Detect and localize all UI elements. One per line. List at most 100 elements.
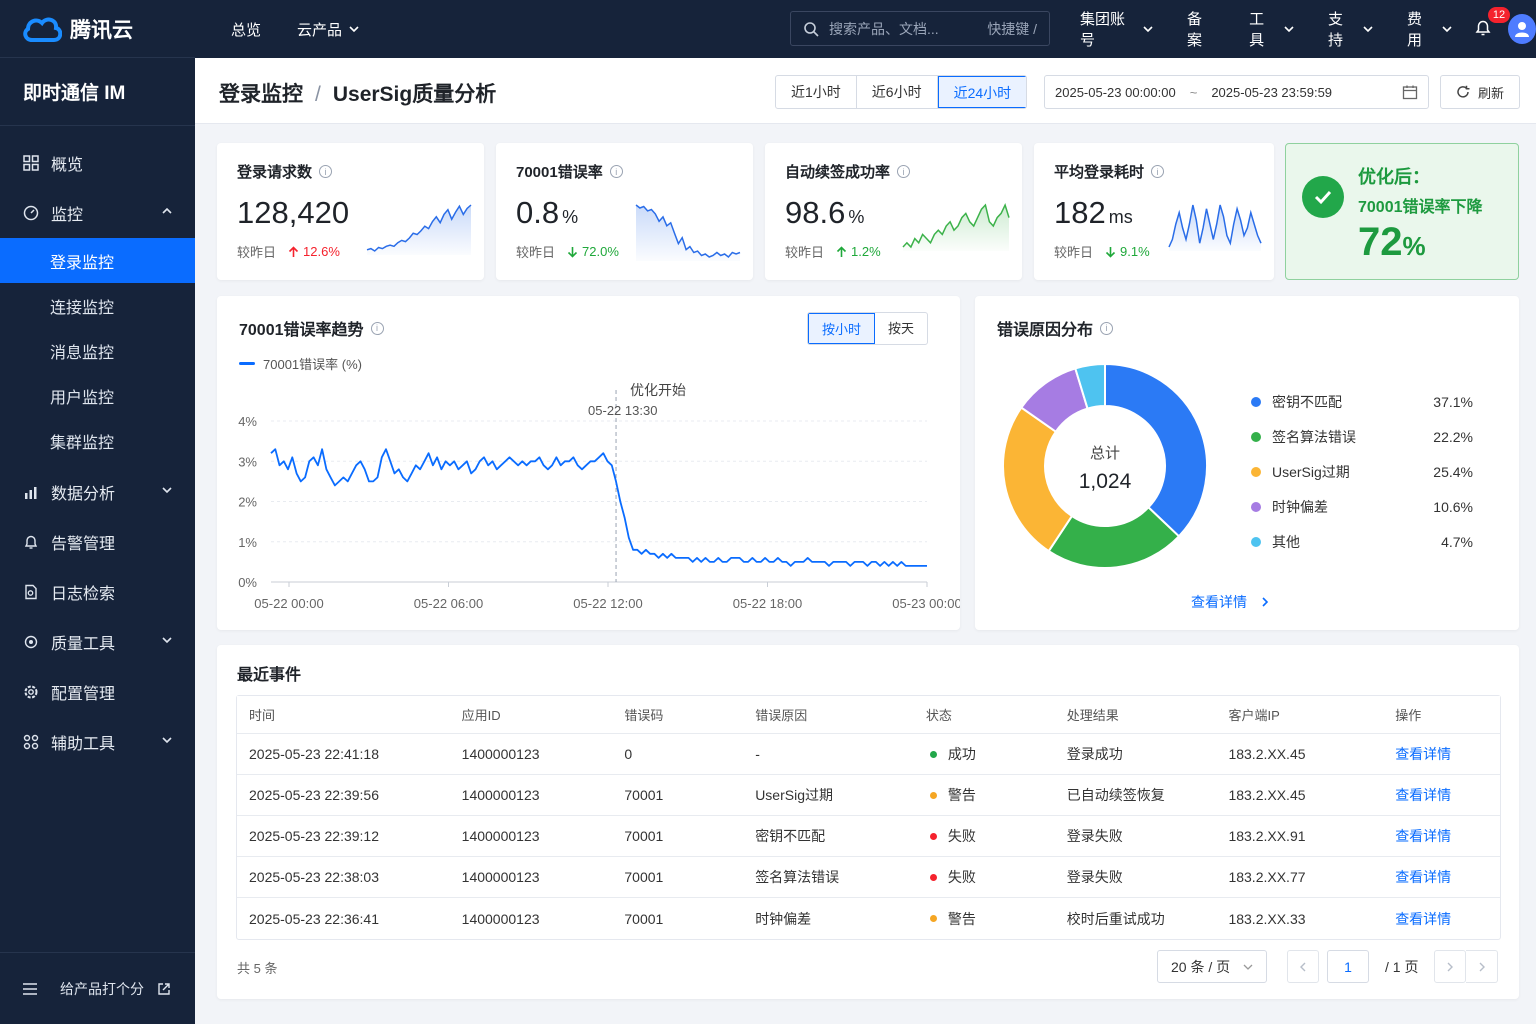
events-table: 时间 应用ID 错误码 错误原因 状态 处理结果 客户端IP 操作 2025-0… (236, 695, 1501, 940)
kpi-card-login-requests: 登录请求数 i 128,420 较昨日 12.6% (217, 143, 484, 280)
error-reason-card: 错误原因分布 i 总计 1,024 密钥不匹配 37.1% 签名算法错误 22.2% U… (975, 296, 1519, 630)
sidebar-item-message-monitor[interactable]: 消息监控 (0, 328, 195, 373)
cell-code: 70001 (624, 910, 664, 927)
sidebar-item-monitor[interactable]: 监控 (0, 188, 195, 238)
sidebar-item-login-monitor[interactable]: 登录监控 (0, 238, 195, 283)
nav-tools[interactable]: 工具 (1249, 8, 1294, 50)
status-dot (929, 832, 937, 840)
view-details-link[interactable]: 查看详情 (1383, 867, 1500, 887)
sidebar-item-user-monitor[interactable]: 用户监控 (0, 373, 195, 418)
search-shortcut: 快捷键 / (987, 20, 1037, 37)
info-icon[interactable]: i (1151, 165, 1165, 178)
column-header: 时间 (249, 708, 276, 723)
arrow-up-icon (836, 245, 847, 257)
cell-ip: 183.2.XX.77 (1228, 869, 1306, 885)
opt-line1: 优化后： (1358, 167, 1430, 187)
x-tick-label: 05-22 00:00 (254, 596, 323, 611)
cell-ip: 183.2.XX.45 (1228, 746, 1306, 762)
chevron-right-icon (1447, 962, 1454, 971)
last-page-button[interactable] (1466, 950, 1499, 983)
column-header: 错误原因 (755, 708, 808, 723)
nav-overview[interactable]: 总览 (231, 19, 261, 40)
menu-icon[interactable] (22, 982, 38, 996)
kpi-unit: ms (1108, 207, 1133, 227)
sidebar-item-logs[interactable]: 日志检索 (0, 567, 195, 617)
donut-slice[interactable] (1104, 362, 1208, 538)
nav-filing[interactable]: 备案 (1187, 8, 1215, 50)
sidebar-item-cluster-monitor[interactable]: 集群监控 (0, 418, 195, 463)
kpi-compare-label: 较昨日 (516, 245, 556, 260)
gear-icon (22, 683, 40, 701)
sidebar-item-label: 配置管理 (51, 686, 116, 703)
donut-slice[interactable] (1002, 406, 1074, 553)
sidebar-item-overview[interactable]: 概览 (0, 138, 195, 188)
notification-button[interactable]: 12 (1474, 6, 1511, 40)
sidebar-item-data-analysis[interactable]: 数据分析 (0, 467, 195, 517)
y-tick-label: 0% (238, 575, 257, 590)
date-range-picker[interactable]: 2025-05-23 00:00:00 ~ 2025-05-23 23:59:5… (1044, 75, 1429, 109)
next-page-button[interactable] (1434, 950, 1467, 983)
cell-app-id: 1400000123 (461, 787, 540, 803)
legend-row[interactable]: 时钟偏差 10.6% (1251, 489, 1473, 524)
status-label: 失败 (947, 869, 976, 885)
page-size-select[interactable]: 20 条 / 页 (1157, 950, 1267, 983)
view-details-link[interactable]: 查看详情 (1383, 826, 1500, 846)
sidebar-item-label: 告警管理 (51, 536, 116, 553)
info-icon[interactable]: i (609, 165, 623, 178)
cell-time: 2025-05-23 22:39:56 (249, 787, 379, 803)
recent-events-card: 最近事件 时间 应用ID 错误码 错误原因 状态 处理结果 客户端IP 操作 2… (217, 645, 1519, 999)
donut-center-label: 总计 (1090, 445, 1120, 462)
sidebar-item-connection-monitor[interactable]: 连接监控 (0, 283, 195, 328)
sidebar-item-aux-tools[interactable]: 辅助工具 (0, 717, 195, 767)
legend-row[interactable]: UserSig过期 25.4% (1251, 454, 1473, 489)
error-reason-donut[interactable]: 总计 1,024 (975, 346, 1235, 586)
range-24h-button[interactable]: 近24小时 (937, 76, 1027, 108)
breadcrumb-separator: / (315, 83, 321, 106)
range-1h-button[interactable]: 近1小时 (776, 76, 857, 108)
range-end: 2025-05-23 23:59:59 (1211, 84, 1333, 100)
sidebar-item-label: 概览 (51, 157, 84, 174)
nav-billing[interactable]: 费用 (1407, 8, 1452, 50)
legend-row[interactable]: 密钥不匹配 37.1% (1251, 384, 1473, 419)
cell-time: 2025-05-23 22:39:12 (249, 828, 379, 844)
info-icon[interactable]: i (319, 165, 333, 178)
sidebar-item-alarm[interactable]: 告警管理 (0, 517, 195, 567)
kpi-card-renew-success: 自动续签成功率 i 98.6% 较昨日 1.2% (765, 143, 1022, 280)
sidebar-item-quality[interactable]: 质量工具 (0, 617, 195, 667)
feedback-link[interactable]: 给产品打个分 (60, 979, 144, 999)
app-root: 腾讯云 即时通信 IM 概览 监控 登录监控 连接监控 消息监控 用户监控 集群… (0, 0, 1536, 1024)
global-search[interactable]: 搜索产品、文档... 快捷键 / (790, 11, 1050, 46)
view-details-link[interactable]: 查看详情 (1191, 592, 1271, 612)
view-details-link[interactable]: 查看详情 (1383, 785, 1500, 805)
legend-row[interactable]: 其他 4.7% (1251, 524, 1473, 559)
donut-center-value: 1,024 (1079, 470, 1132, 493)
view-details-link[interactable]: 查看详情 (1383, 909, 1500, 929)
page-title: UserSig质量分析 (332, 83, 497, 106)
sidebar-item-config[interactable]: 配置管理 (0, 667, 195, 717)
search-icon (804, 21, 819, 37)
optimization-result-card: 优化后： 70001错误率下降 72% (1285, 143, 1519, 280)
y-tick-label: 2% (238, 495, 257, 510)
sidebar-nav: 概览 监控 登录监控 连接监控 消息监控 用户监控 集群监控 数据分析 告警管理 (0, 126, 195, 767)
pagination: 20 条 / 页 1 / 1 页 (1157, 950, 1499, 983)
external-link-icon[interactable] (157, 982, 171, 996)
nav-account[interactable]: 集团账号 (1080, 8, 1153, 50)
page-header: 登录监控 / UserSig质量分析 近1小时 近6小时 近24小时 2025-05… (195, 58, 1536, 124)
info-icon[interactable]: i (897, 165, 911, 178)
legend-row[interactable]: 签名算法错误 22.2% (1251, 419, 1473, 454)
trend-chart[interactable]: 0% 1% 2% 3% 4% 05-22 00:00 05-22 06:00 05-22 12… (217, 296, 960, 630)
breadcrumb-parent[interactable]: 登录监控 (219, 83, 303, 106)
kpi-delta: 12.6% (288, 244, 340, 259)
avatar[interactable] (1507, 14, 1536, 44)
view-details-link[interactable]: 查看详情 (1383, 744, 1500, 764)
x-tick-label: 05-23 00:00 (892, 596, 960, 611)
page-number-input[interactable]: 1 (1327, 950, 1369, 983)
brand-logo[interactable]: 腾讯云 (0, 0, 195, 58)
nav-support[interactable]: 支持 (1328, 8, 1373, 50)
info-icon[interactable]: i (1100, 321, 1114, 335)
range-6h-button[interactable]: 近6小时 (857, 76, 938, 108)
refresh-button[interactable]: 刷新 (1440, 75, 1520, 109)
calendar-icon (1402, 85, 1418, 100)
nav-cloud-products[interactable]: 云产品 (297, 19, 360, 40)
prev-page-button[interactable] (1287, 950, 1319, 983)
